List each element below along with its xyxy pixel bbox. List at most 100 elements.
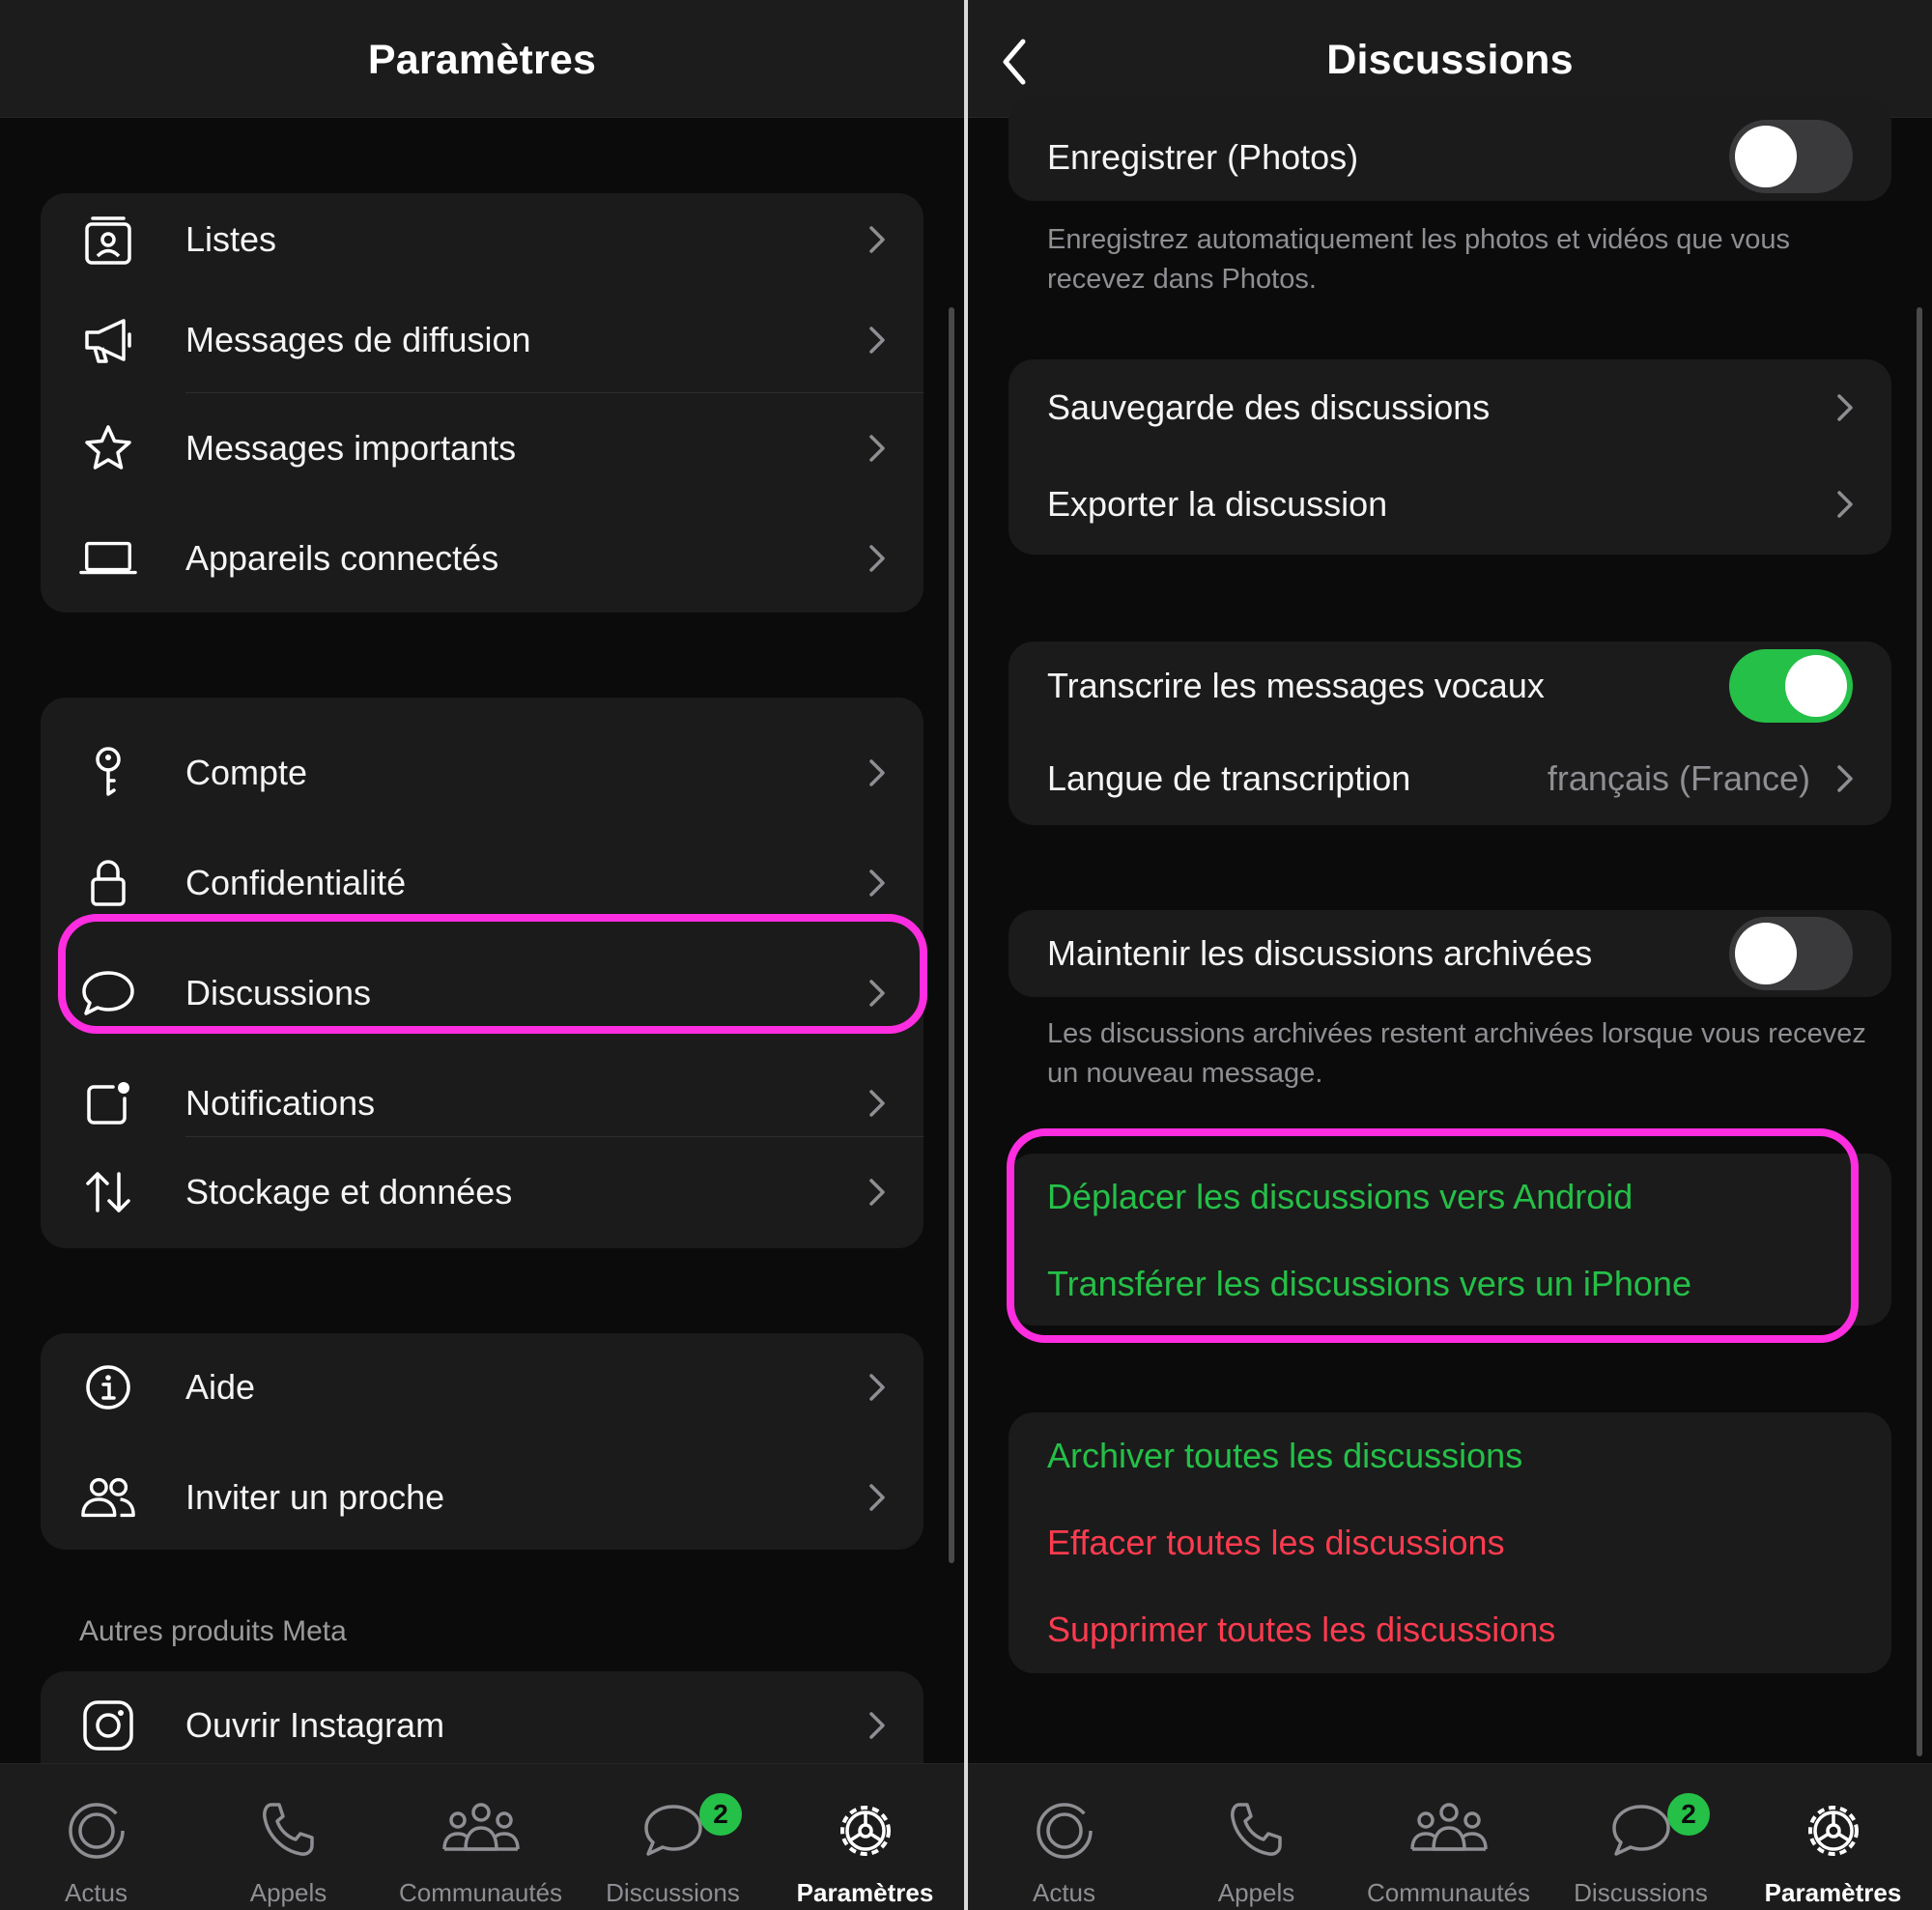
- key-icon: [79, 744, 137, 802]
- tab-settings[interactable]: Paramètres: [1737, 1764, 1929, 1910]
- toggle-knob: [1735, 923, 1797, 984]
- backup-export-group: Sauvegarde des discussions Exporter la d…: [1009, 359, 1891, 555]
- lock-icon: [79, 854, 137, 912]
- tab-label: Actus: [1032, 1878, 1096, 1907]
- settings-screen: Paramètres Listes Messages de diffusion …: [0, 0, 964, 1910]
- clear-all-row[interactable]: Effacer toutes les discussions: [1009, 1499, 1891, 1586]
- tab-label: Communautés: [1366, 1878, 1531, 1907]
- backup-row[interactable]: Sauvegarde des discussions: [1009, 359, 1891, 456]
- transcribe-toggle[interactable]: [1729, 649, 1853, 723]
- chevron-right-icon: [869, 327, 885, 354]
- tab-chats[interactable]: 2 Discussions: [577, 1764, 769, 1910]
- transcription-language-row[interactable]: Langue de transcription français (France…: [1009, 732, 1891, 825]
- updates-icon: [1036, 1803, 1093, 1859]
- chevron-right-icon: [869, 1374, 885, 1401]
- tab-updates[interactable]: Actus: [968, 1764, 1160, 1910]
- tab-label: Discussions: [606, 1878, 740, 1907]
- settings-item-broadcast[interactable]: Messages de diffusion: [41, 294, 923, 386]
- settings-item-label: Confidentialité: [185, 863, 407, 902]
- tab-calls[interactable]: Appels: [192, 1764, 384, 1910]
- keep-archived-group: Maintenir les discussions archivées: [1009, 910, 1891, 997]
- settings-group-tools: Listes Messages de diffusion Messages im…: [41, 193, 923, 613]
- chevron-right-icon: [869, 869, 885, 897]
- chats-icon: [643, 1805, 702, 1856]
- star-icon: [79, 419, 137, 477]
- settings-item-label: Compte: [185, 753, 308, 792]
- settings-item-linked-devices[interactable]: Appareils connectés: [41, 512, 923, 605]
- settings-item-lists[interactable]: Listes: [41, 193, 923, 286]
- save-photos-toggle[interactable]: [1729, 120, 1853, 193]
- chevron-right-icon: [869, 759, 885, 786]
- notification-icon: [79, 1074, 137, 1132]
- settings-item-storage[interactable]: Stockage et données: [41, 1146, 923, 1239]
- phone-icon: [1230, 1803, 1282, 1856]
- tab-settings[interactable]: Paramètres: [769, 1764, 961, 1910]
- tab-communities[interactable]: Communautés: [384, 1764, 577, 1910]
- page-title: Discussions: [1326, 37, 1574, 83]
- chevron-right-icon: [869, 545, 885, 572]
- highlight-annotation: [1007, 1128, 1859, 1343]
- keep-archived-toggle[interactable]: [1729, 917, 1853, 990]
- laptop-icon: [79, 529, 137, 587]
- megaphone-icon: [79, 311, 137, 369]
- settings-item-label: Listes: [185, 219, 277, 259]
- divider: [185, 392, 923, 393]
- settings-item-label: Notifications: [185, 1083, 376, 1123]
- settings-gear-icon: [1807, 1806, 1859, 1856]
- chevron-right-icon: [1837, 491, 1853, 518]
- transcription-language-label: Langue de transcription: [1047, 758, 1411, 798]
- instagram-icon: [79, 1696, 137, 1754]
- toggle-knob: [1785, 655, 1847, 717]
- settings-item-help[interactable]: Aide: [41, 1341, 923, 1434]
- info-icon: [79, 1358, 137, 1416]
- save-photos-group: Enregistrer (Photos): [1009, 97, 1891, 201]
- page-title: Paramètres: [367, 37, 597, 83]
- settings-item-label: Aide: [185, 1367, 256, 1407]
- communities-icon: [1409, 1803, 1488, 1851]
- tab-label: Paramètres: [796, 1878, 934, 1907]
- keep-archived-footnote: Les discussions archivées restent archiv…: [1047, 1018, 1866, 1089]
- save-photos-footnote: Enregistrez automatiquement les photos e…: [1047, 224, 1790, 295]
- chevron-right-icon: [869, 1712, 885, 1739]
- scrollbar[interactable]: [1917, 307, 1922, 1756]
- transcribe-label: Transcrire les messages vocaux: [1047, 666, 1545, 705]
- tab-communities[interactable]: Communautés: [1352, 1764, 1545, 1910]
- archive-all-label: Archiver toutes les discussions: [1047, 1436, 1523, 1475]
- unread-badge: 2: [1667, 1793, 1710, 1836]
- export-row[interactable]: Exporter la discussion: [1009, 456, 1891, 553]
- settings-item-starred[interactable]: Messages importants: [41, 402, 923, 495]
- chevron-right-icon: [869, 1179, 885, 1206]
- chevron-right-icon: [1837, 394, 1853, 421]
- delete-all-row[interactable]: Supprimer toutes les discussions: [1009, 1586, 1891, 1673]
- tab-bar: Actus Appels Communautés 2 Discussions P…: [0, 1763, 964, 1910]
- tab-calls[interactable]: Appels: [1160, 1764, 1352, 1910]
- tab-label: Appels: [249, 1878, 327, 1907]
- settings-item-label: Messages importants: [185, 428, 517, 468]
- archive-all-row[interactable]: Archiver toutes les discussions: [1009, 1412, 1891, 1499]
- settings-item-account[interactable]: Compte: [41, 727, 923, 819]
- scrollbar[interactable]: [949, 307, 954, 1563]
- people-icon: [79, 1468, 137, 1526]
- tab-label: Actus: [64, 1878, 128, 1907]
- highlight-annotation: [58, 914, 927, 1034]
- phone-icon: [262, 1803, 314, 1856]
- save-photos-label: Enregistrer (Photos): [1047, 137, 1359, 177]
- chats-icon: [1611, 1805, 1670, 1856]
- settings-item-label: Stockage et données: [185, 1172, 513, 1212]
- tab-label: Communautés: [398, 1878, 563, 1907]
- settings-item-invite[interactable]: Inviter un proche: [41, 1451, 923, 1544]
- keep-archived-row: Maintenir les discussions archivées: [1009, 910, 1891, 997]
- settings-item-label: Inviter un proche: [185, 1477, 445, 1517]
- chats-settings-screen: Discussions Enregistrer (Photos) Enregis…: [968, 0, 1932, 1910]
- export-label: Exporter la discussion: [1047, 484, 1388, 524]
- settings-item-instagram[interactable]: Ouvrir Instagram: [41, 1679, 923, 1772]
- tab-label: Appels: [1217, 1878, 1295, 1907]
- tab-chats[interactable]: 2 Discussions: [1545, 1764, 1737, 1910]
- chevron-right-icon: [869, 226, 885, 253]
- section-title-meta: Autres produits Meta: [79, 1615, 347, 1647]
- transcription-language-value: français (France): [1547, 758, 1810, 798]
- tab-updates[interactable]: Actus: [0, 1764, 192, 1910]
- settings-gear-icon: [839, 1806, 891, 1856]
- bulk-actions-group: Archiver toutes les discussions Effacer …: [1009, 1412, 1891, 1673]
- chevron-right-icon: [869, 1090, 885, 1117]
